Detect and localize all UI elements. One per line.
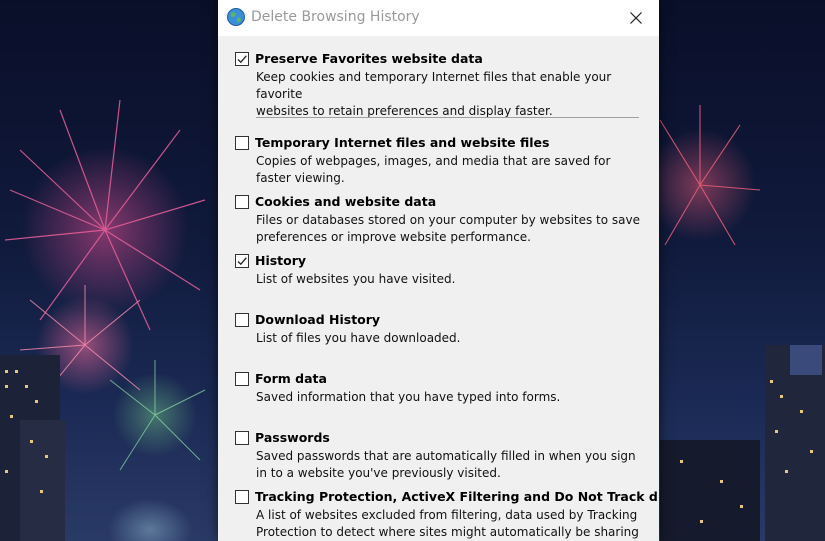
close-button[interactable] xyxy=(613,0,659,36)
close-icon xyxy=(630,12,642,24)
option-description: List of websites you have visited. xyxy=(256,271,659,288)
tracking-protection-checkbox[interactable] xyxy=(235,490,249,504)
option-description: Keep cookies and temporary Internet file… xyxy=(256,69,659,120)
description-line: Files or databases stored on your comput… xyxy=(256,213,641,227)
window-title: Delete Browsing History xyxy=(251,9,420,25)
passwords-checkbox[interactable] xyxy=(235,431,249,445)
ie-globe-icon xyxy=(226,7,246,27)
option-description: Copies of webpages, images, and media th… xyxy=(256,153,659,187)
description-line: Keep cookies and temporary Internet file… xyxy=(256,70,612,101)
option-title: Preserve Favorites website data xyxy=(255,51,483,66)
option-title: Temporary Internet files and website fil… xyxy=(255,135,550,150)
checkmark-icon xyxy=(237,55,247,64)
description-line: Protection to detect where sites might a… xyxy=(256,525,639,539)
delete-browsing-history-dialog: Delete Browsing History Preserve Favorit… xyxy=(218,0,659,541)
description-line: preferences or improve website performan… xyxy=(256,230,531,244)
option-title: Passwords xyxy=(255,430,330,445)
description-line: List of websites you have visited. xyxy=(256,272,456,286)
title-bar[interactable]: Delete Browsing History xyxy=(218,0,659,36)
form-data-checkbox[interactable] xyxy=(235,372,249,386)
temporary-files-checkbox[interactable] xyxy=(235,136,249,150)
description-line: List of files you have downloaded. xyxy=(256,331,461,345)
option-description: List of files you have downloaded. xyxy=(256,330,659,347)
option-description: A list of websites excluded from filteri… xyxy=(256,507,659,541)
option-description: Files or databases stored on your comput… xyxy=(256,212,659,246)
description-line: Saved passwords that are automatically f… xyxy=(256,449,636,463)
description-line: faster viewing. xyxy=(256,171,345,185)
option-description: Saved information that you have typed in… xyxy=(256,389,659,406)
preserve-favorites-checkbox[interactable] xyxy=(235,52,249,66)
description-line: A list of websites excluded from filteri… xyxy=(256,508,638,522)
description-line: Copies of webpages, images, and media th… xyxy=(256,154,611,168)
option-title: Download History xyxy=(255,312,381,327)
option-description: Saved passwords that are automatically f… xyxy=(256,448,659,482)
checkmark-icon xyxy=(237,257,247,266)
separator xyxy=(256,117,639,118)
description-line: in to a website you've previously visite… xyxy=(256,466,501,480)
option-title: History xyxy=(255,253,307,268)
history-checkbox[interactable] xyxy=(235,254,249,268)
cookies-checkbox[interactable] xyxy=(235,195,249,209)
option-title: Form data xyxy=(255,371,327,386)
description-line: Saved information that you have typed in… xyxy=(256,390,561,404)
option-title: Cookies and website data xyxy=(255,194,437,209)
download-history-checkbox[interactable] xyxy=(235,313,249,327)
option-title: Tracking Protection, ActiveX Filtering a… xyxy=(255,489,658,504)
